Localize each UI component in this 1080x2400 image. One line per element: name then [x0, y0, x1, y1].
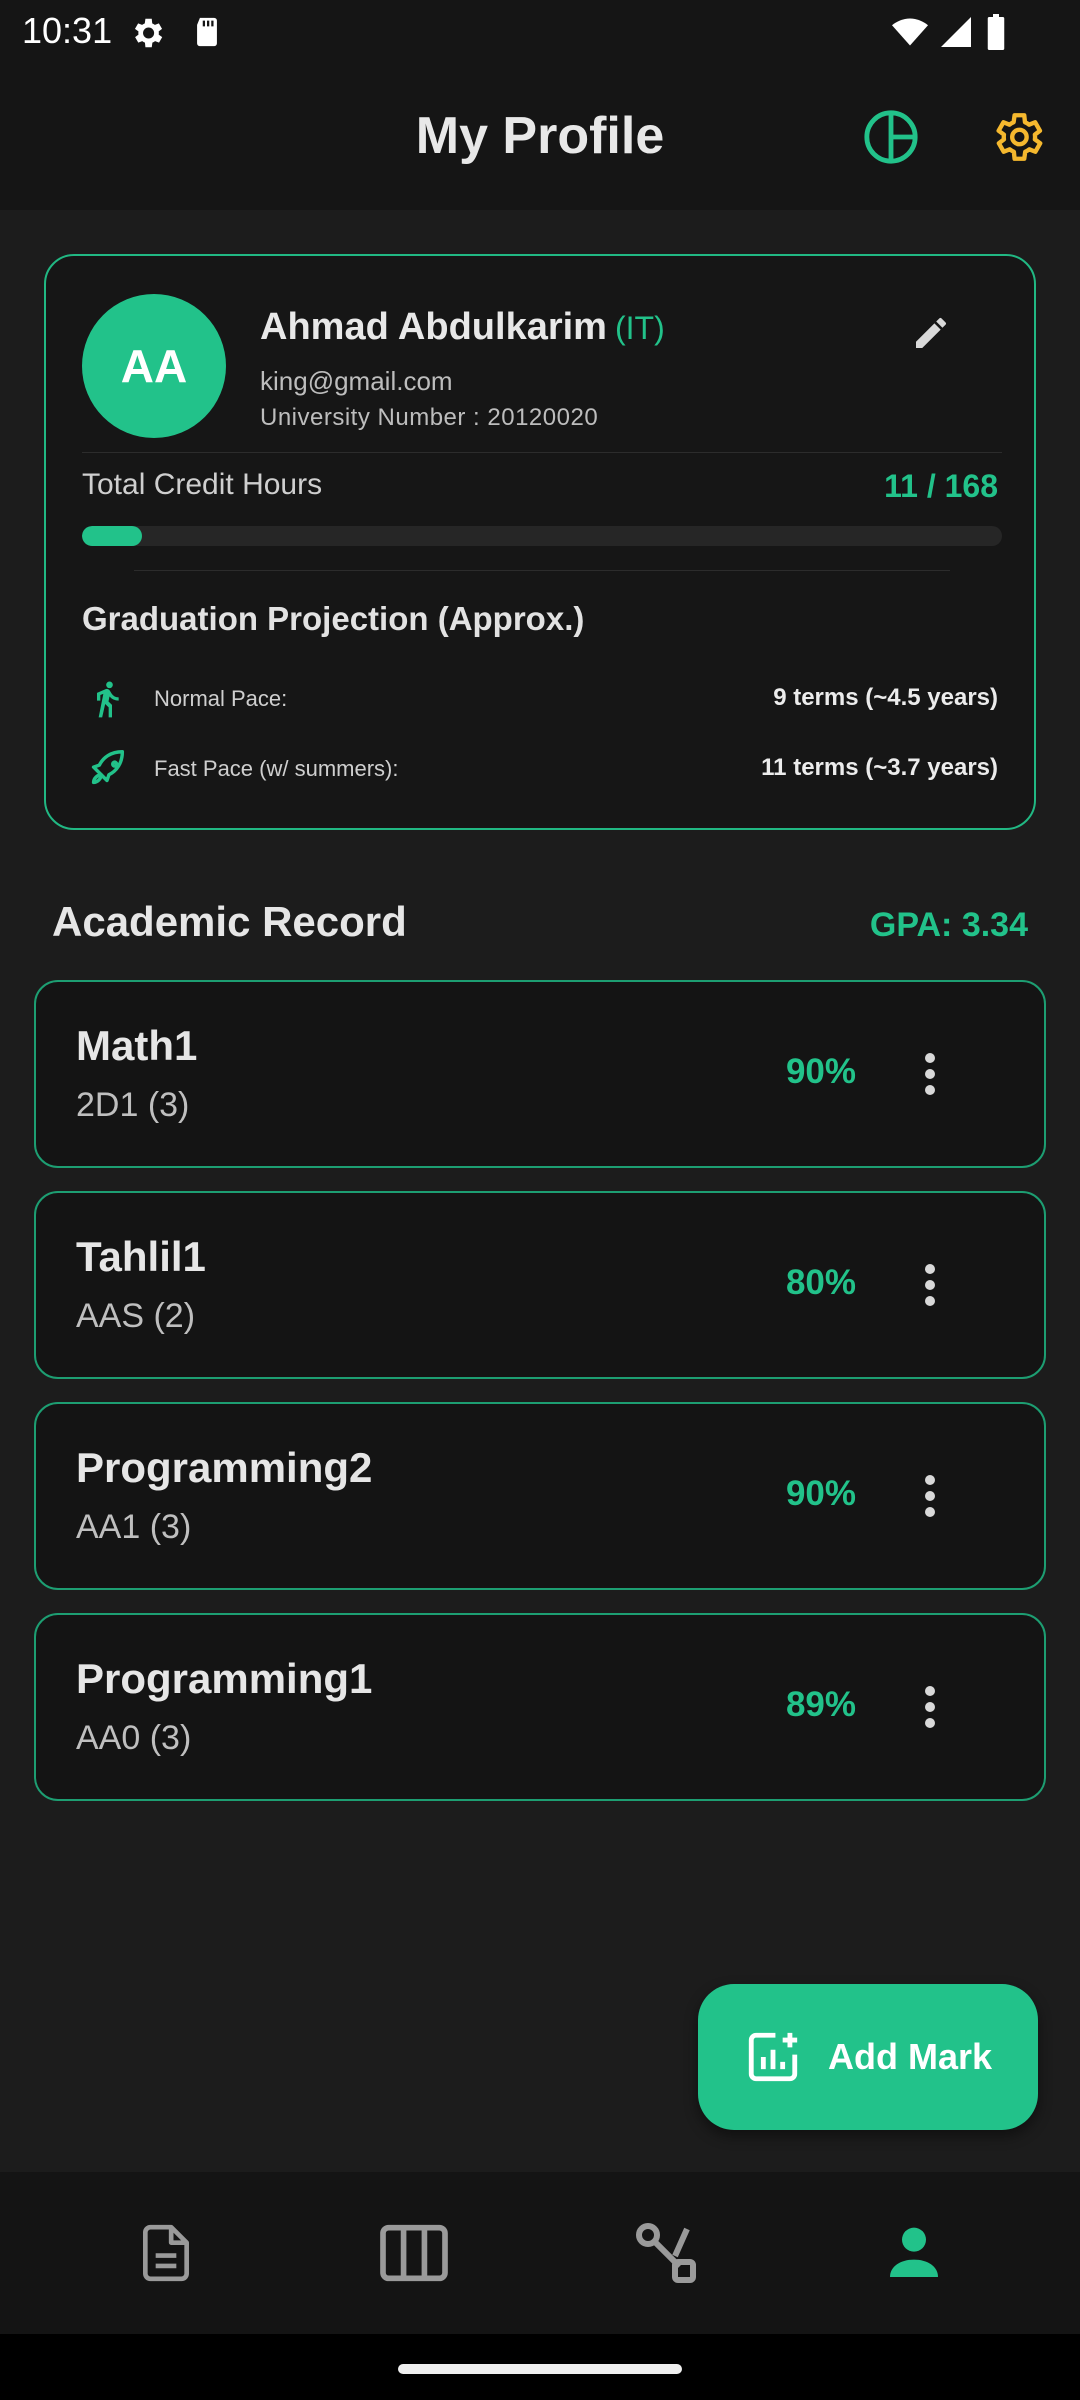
course-percent: 90%	[785, 1474, 856, 1513]
more-options-button[interactable]	[910, 1466, 950, 1526]
credit-progress-bar	[82, 526, 1002, 546]
course-name: Tahlil1	[76, 1233, 206, 1280]
course-name: Programming1	[76, 1655, 373, 1702]
divider	[82, 452, 1002, 453]
avatar: AA	[82, 294, 226, 438]
add-chart-icon	[748, 2032, 798, 2082]
settings-status-icon	[128, 14, 166, 57]
profile-card: AA Ahmad Abdulkarim (IT) king@gmail.com U…	[44, 254, 1036, 830]
profile-name-row: Ahmad Abdulkarim (IT)	[260, 306, 665, 349]
nav-documents[interactable]	[106, 2208, 226, 2298]
battery-icon	[984, 14, 1008, 55]
more-vert-icon	[925, 1475, 935, 1517]
profile-email: king@gmail.com	[260, 366, 453, 396]
more-vert-icon	[925, 1053, 935, 1095]
gear-icon	[996, 113, 1043, 161]
divider	[134, 570, 950, 571]
wifi-icon	[890, 14, 930, 55]
course-card[interactable]: Math1 2D1 (3) 90%	[34, 980, 1046, 1168]
profile-department: (IT)	[614, 310, 665, 346]
course-percent: 89%	[785, 1685, 856, 1724]
pie-chart-icon	[864, 110, 918, 164]
university-number: University Number : 20120020	[260, 404, 599, 431]
walking-icon	[82, 674, 132, 724]
course-code: AA1 (3)	[76, 1508, 192, 1546]
more-vert-icon	[925, 1264, 935, 1306]
nav-route[interactable]	[606, 2208, 726, 2298]
pencil-icon	[916, 317, 946, 348]
normal-pace-label: Normal Pace:	[154, 686, 288, 711]
normal-pace-value: 9 terms (~4.5 years)	[773, 684, 998, 711]
course-card[interactable]: Tahlil1 AAS (2) 80%	[34, 1191, 1046, 1379]
route-icon	[636, 2223, 696, 2283]
more-options-button[interactable]	[910, 1044, 950, 1104]
signal-icon	[938, 14, 974, 55]
edit-profile-button[interactable]	[904, 306, 958, 360]
course-card[interactable]: Programming2 AA1 (3) 90%	[34, 1402, 1046, 1590]
graduation-projection-title: Graduation Projection (Approx.)	[82, 600, 585, 637]
home-indicator[interactable]	[398, 2364, 682, 2374]
gpa-value: GPA: 3.34	[869, 906, 1028, 944]
more-vert-icon	[925, 1686, 935, 1728]
app-bar: My Profile	[0, 62, 1080, 210]
course-name: Math1	[76, 1022, 198, 1069]
profile-name: Ahmad Abdulkarim	[260, 306, 607, 348]
person-icon	[890, 2227, 938, 2277]
status-time: 10:31	[22, 10, 113, 51]
nav-profile[interactable]	[854, 2208, 974, 2298]
fast-pace-label: Fast Pace (w/ summers):	[154, 756, 399, 781]
course-percent: 90%	[785, 1052, 856, 1091]
credit-hours-value: 11 / 168	[884, 468, 998, 504]
course-code: AAS (2)	[76, 1297, 196, 1335]
course-code: AA0 (3)	[76, 1719, 192, 1757]
status-bar: 10:31	[0, 0, 1080, 62]
credit-hours-label: Total Credit Hours	[82, 468, 323, 501]
bottom-navigation	[0, 2172, 1080, 2334]
sd-card-icon	[190, 14, 224, 55]
columns-icon	[380, 2224, 448, 2282]
statistics-button[interactable]	[856, 102, 926, 172]
more-options-button[interactable]	[910, 1677, 950, 1737]
add-mark-button[interactable]: Add Mark	[698, 1984, 1038, 2130]
nav-columns[interactable]	[354, 2208, 474, 2298]
fast-pace-value: 11 terms (~3.7 years)	[761, 754, 998, 781]
credit-progress-fill	[82, 526, 142, 546]
course-card[interactable]: Programming1 AA0 (3) 89%	[34, 1613, 1046, 1801]
course-code: 2D1 (3)	[76, 1086, 190, 1124]
course-name: Programming2	[76, 1444, 373, 1491]
settings-button[interactable]	[982, 102, 1052, 172]
document-icon	[143, 2224, 189, 2282]
system-navigation-bar	[0, 2334, 1080, 2400]
rocket-icon	[82, 744, 132, 794]
academic-record-title: Academic Record	[52, 898, 407, 945]
add-mark-label: Add Mark	[828, 2036, 993, 2077]
more-options-button[interactable]	[910, 1255, 950, 1315]
course-percent: 80%	[785, 1263, 856, 1302]
